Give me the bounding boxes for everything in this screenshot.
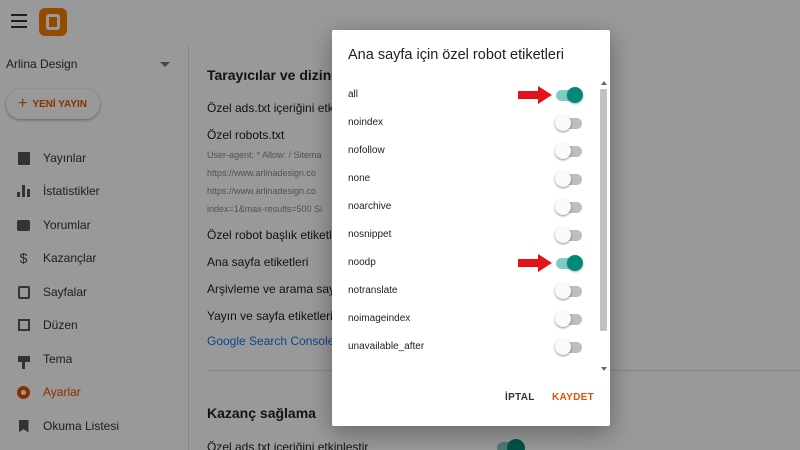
dialog-title: Ana sayfa için özel robot etiketleri [348, 47, 564, 63]
robot-tag-toggle[interactable] [556, 87, 583, 103]
robot-tag-row: noindex [332, 109, 600, 137]
robot-tag-row: none [332, 165, 600, 193]
robot-tag-row: notranslate [332, 277, 600, 305]
robot-tag-row: noarchive [332, 193, 600, 221]
dialog-scrollbar[interactable] [599, 81, 609, 371]
robot-tag-label: none [348, 173, 371, 184]
robot-tag-label: noodp [348, 257, 376, 268]
robot-tag-label: unavailable_after [348, 341, 425, 352]
robot-tag-toggle[interactable] [555, 171, 582, 187]
robot-tag-label: nosnippet [348, 229, 392, 240]
toggle-knob [555, 115, 571, 131]
robot-tag-toggle[interactable] [555, 339, 582, 355]
toggle-knob [555, 227, 571, 243]
cancel-button[interactable]: İPTAL [505, 392, 535, 403]
robot-tag-label: noindex [348, 117, 384, 128]
robot-tag-label: nofollow [348, 145, 385, 156]
toggle-knob [567, 255, 583, 271]
robot-tag-toggle[interactable] [555, 199, 582, 215]
robot-tag-toggle[interactable] [555, 311, 582, 327]
toggle-knob [567, 87, 583, 103]
robot-tag-row: unavailable_after [332, 333, 600, 361]
robot-tag-toggle[interactable] [555, 227, 582, 243]
robot-tag-toggle[interactable] [555, 143, 582, 159]
scroll-down-arrow-icon[interactable] [601, 367, 607, 371]
robot-tag-toggle[interactable] [556, 255, 583, 271]
robot-tag-label: noarchive [348, 201, 392, 212]
toggle-knob [555, 143, 571, 159]
robot-tag-label: noimageindex [348, 313, 411, 324]
dialog-actions: İPTAL KAYDET [332, 386, 610, 416]
toggle-knob [555, 339, 571, 355]
red-arrow-icon [518, 254, 552, 272]
scrollbar-thumb[interactable] [600, 89, 607, 331]
toggle-knob [555, 171, 571, 187]
robot-tag-row: noodp [332, 249, 600, 277]
toggle-knob [555, 311, 571, 327]
robot-tag-row: noimageindex [332, 305, 600, 333]
robot-tag-row: all [332, 81, 600, 109]
toggle-knob [555, 199, 571, 215]
robot-tag-label: all [348, 89, 359, 100]
robot-tags-list: all noindex nofollow none noarchive nosnippet… [332, 81, 610, 371]
red-arrow-icon [518, 86, 552, 104]
toggle-knob [555, 283, 571, 299]
robot-tags-dialog: Ana sayfa için özel robot etiketleri all… [332, 30, 610, 426]
robot-tag-row: nosnippet [332, 221, 600, 249]
robot-tag-label: notranslate [348, 285, 398, 296]
scroll-up-arrow-icon[interactable] [601, 81, 607, 85]
robot-tag-toggle[interactable] [555, 115, 582, 131]
robot-tag-row: nofollow [332, 137, 600, 165]
robot-tag-toggle[interactable] [555, 283, 582, 299]
save-button[interactable]: KAYDET [552, 392, 594, 403]
